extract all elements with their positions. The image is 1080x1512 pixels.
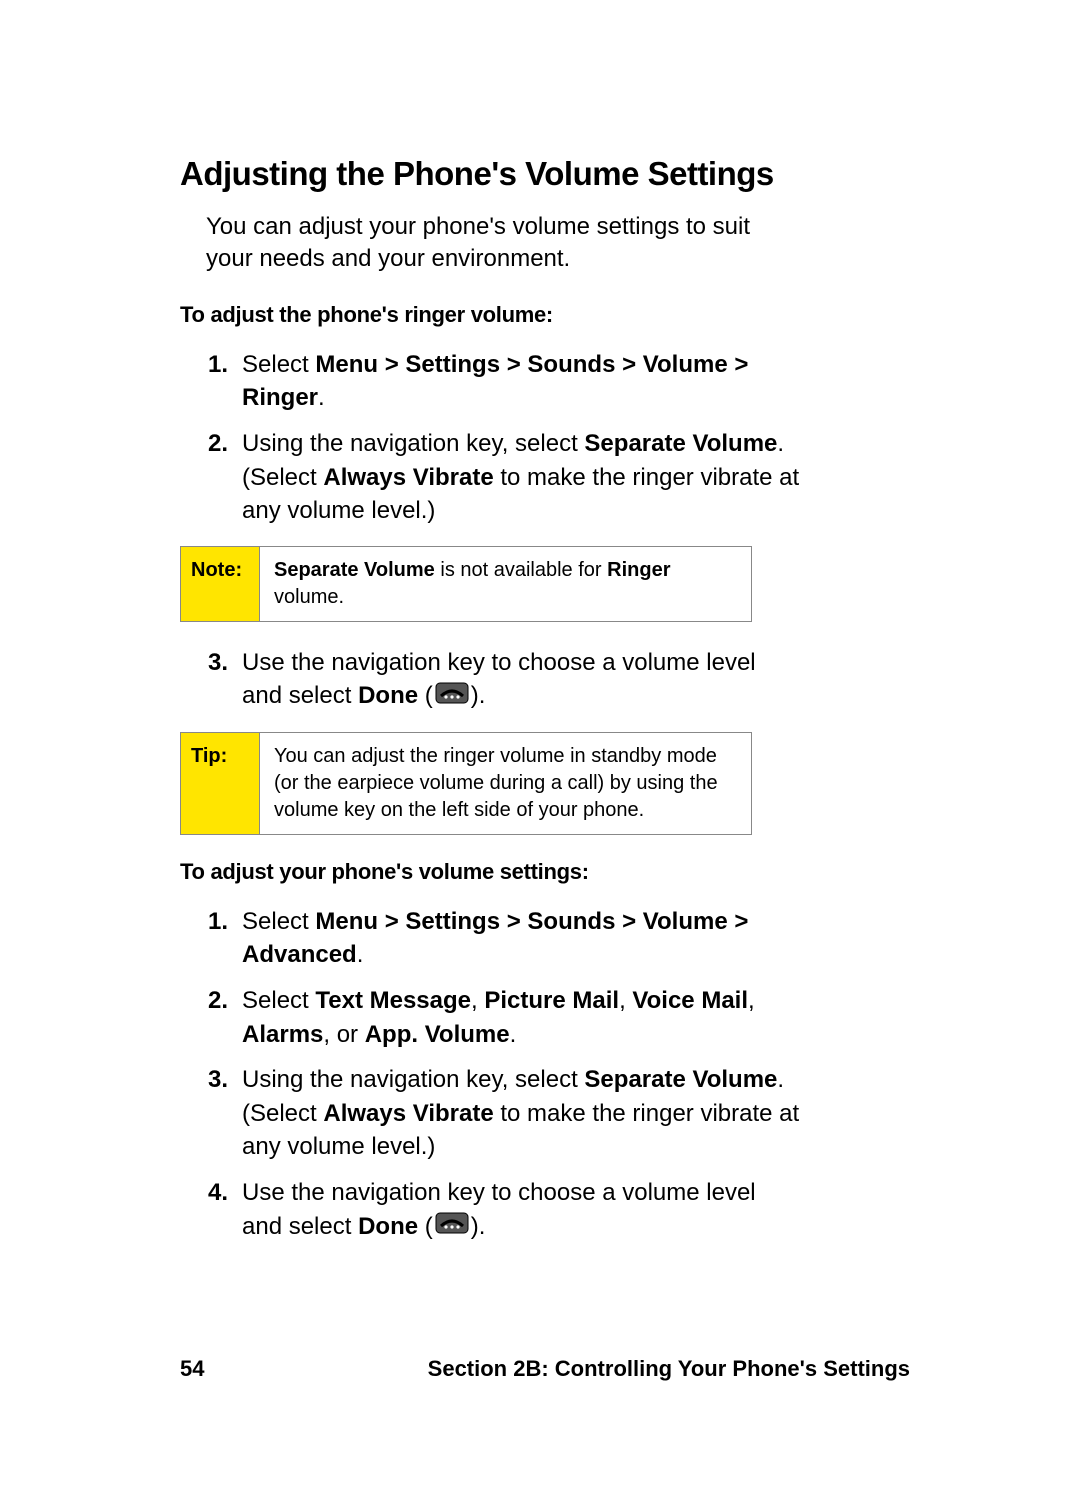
- step-1: Select Menu > Settings > Sounds > Volume…: [208, 905, 802, 972]
- softkey-icon: [435, 680, 469, 714]
- step-text: Select: [242, 351, 315, 378]
- term-separate-volume: Separate Volume: [584, 430, 777, 457]
- page-footer: 54 Section 2B: Controlling Your Phone's …: [180, 1356, 910, 1382]
- steps-volume: Select Menu > Settings > Sounds > Volume…: [208, 905, 910, 1244]
- term-always-vibrate: Always Vibrate: [323, 1100, 493, 1127]
- term-done: Done: [358, 682, 418, 709]
- term-voice-mail: Voice Mail: [632, 987, 748, 1014]
- note-callout: Note: Separate Volume is not available f…: [180, 546, 752, 622]
- tip-callout: Tip: You can adjust the ringer volume in…: [180, 732, 752, 835]
- manual-page: Adjusting the Phone's Volume Settings Yo…: [0, 0, 1080, 1512]
- page-heading: Adjusting the Phone's Volume Settings: [180, 155, 910, 193]
- step-text: Use the navigation key to choose a volum…: [242, 1179, 756, 1240]
- step-4: Use the navigation key to choose a volum…: [208, 1176, 802, 1244]
- step-2: Using the navigation key, select Separat…: [208, 427, 802, 528]
- tip-body: You can adjust the ringer volume in stan…: [260, 733, 751, 834]
- steps-ringer: Select Menu > Settings > Sounds > Volume…: [208, 348, 910, 528]
- step-text: Select: [242, 908, 315, 935]
- page-number: 54: [180, 1356, 204, 1382]
- term-done: Done: [358, 1213, 418, 1240]
- step-text: .: [510, 1021, 517, 1048]
- step-3: Use the navigation key to choose a volum…: [208, 646, 802, 714]
- term-always-vibrate: Always Vibrate: [323, 464, 493, 491]
- step-text: ,: [619, 987, 632, 1014]
- term-text-message: Text Message: [315, 987, 471, 1014]
- step-text: ,: [471, 987, 484, 1014]
- step-text: Select: [242, 987, 315, 1014]
- term-alarms: Alarms: [242, 1021, 323, 1048]
- term-separate-volume: Separate Volume: [584, 1066, 777, 1093]
- softkey-icon: [435, 1210, 469, 1244]
- step-text: Use the navigation key to choose a volum…: [242, 649, 756, 710]
- step-text: .: [318, 384, 325, 411]
- subhead-volume-settings: To adjust your phone's volume settings:: [180, 859, 910, 885]
- tip-label: Tip:: [181, 733, 260, 834]
- term-ringer: Ringer: [607, 559, 670, 581]
- term-picture-mail: Picture Mail: [484, 987, 619, 1014]
- steps-ringer-cont: Use the navigation key to choose a volum…: [208, 646, 910, 714]
- step-text: .: [357, 941, 364, 968]
- note-text: is not available for: [435, 559, 607, 581]
- note-label: Note:: [181, 547, 260, 621]
- step-text: Using the navigation key, select: [242, 1066, 584, 1093]
- note-text: volume.: [274, 586, 344, 608]
- term-separate-volume: Separate Volume: [274, 559, 435, 581]
- step-text: (: [418, 1213, 433, 1240]
- step-text: Using the navigation key, select: [242, 430, 584, 457]
- step-text: (: [418, 682, 433, 709]
- step-text: ).: [471, 682, 486, 709]
- step-text: ,: [748, 987, 755, 1014]
- step-text: ).: [471, 1213, 486, 1240]
- note-body: Separate Volume is not available for Rin…: [260, 547, 751, 621]
- subhead-ringer: To adjust the phone's ringer volume:: [180, 302, 910, 328]
- step-text: , or: [323, 1021, 364, 1048]
- step-1: Select Menu > Settings > Sounds > Volume…: [208, 348, 802, 415]
- term-app-volume: App. Volume: [365, 1021, 510, 1048]
- step-2: Select Text Message, Picture Mail, Voice…: [208, 984, 802, 1051]
- step-3: Using the navigation key, select Separat…: [208, 1063, 802, 1164]
- menu-path: Menu > Settings > Sounds > Volume > Adva…: [242, 908, 748, 969]
- section-title: Section 2B: Controlling Your Phone's Set…: [428, 1356, 910, 1382]
- intro-paragraph: You can adjust your phone's volume setti…: [206, 211, 766, 276]
